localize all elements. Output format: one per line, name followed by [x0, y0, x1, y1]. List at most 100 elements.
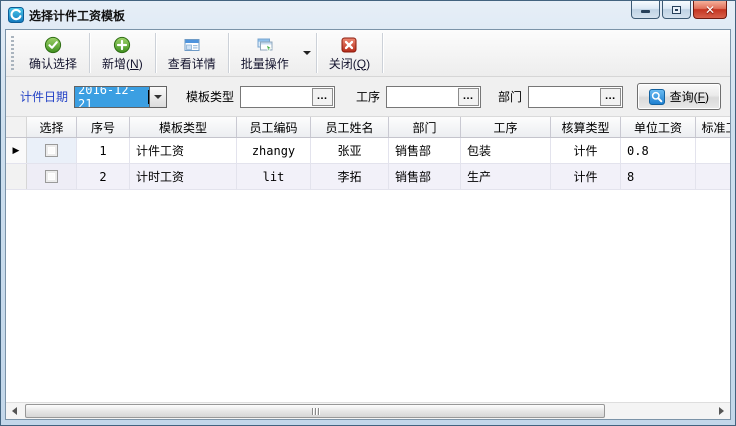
cell-no: 1 — [77, 138, 130, 163]
current-row-arrow-icon: ▶ — [13, 146, 20, 155]
minimize-button[interactable] — [631, 1, 660, 19]
header-dept[interactable]: 部门 — [389, 117, 461, 137]
cell-template-type: 计件工资 — [130, 138, 237, 163]
grid-header-row: 选择 序号 模板类型 员工编码 员工姓名 部门 工序 核算类型 单位工资 标准工… — [6, 117, 730, 138]
cell-std-wage — [696, 138, 730, 163]
minimize-icon — [641, 10, 650, 13]
window-title: 选择计件工资模板 — [29, 7, 125, 24]
table-row[interactable]: 2 计时工资 lit 李拓 销售部 生产 计件 8 — [6, 164, 730, 190]
titlebar: 选择计件工资模板 ✕ — [1, 1, 735, 29]
row-checkbox[interactable] — [45, 170, 58, 183]
cell-process: 包装 — [461, 138, 551, 163]
dept-ellipsis-button[interactable]: … — [600, 88, 621, 106]
restore-button[interactable] — [662, 1, 691, 19]
data-grid: 选择 序号 模板类型 员工编码 员工姓名 部门 工序 核算类型 单位工资 标准工… — [6, 117, 730, 402]
dialog-content: 确认选择 新增(N) — [5, 29, 731, 420]
scroll-right-button[interactable] — [713, 403, 730, 419]
cell-unit-wage: 8 — [621, 164, 696, 189]
close-icon: ✕ — [705, 4, 715, 16]
template-type-ellipsis-button[interactable]: … — [312, 88, 333, 106]
detail-view-icon — [183, 36, 201, 54]
cell-process: 生产 — [461, 164, 551, 189]
cell-no: 2 — [77, 164, 130, 189]
batch-windows-icon — [256, 36, 274, 54]
dept-lookup: … — [528, 86, 623, 108]
cell-emp-code: lit — [237, 164, 311, 189]
cell-emp-code: zhangy — [237, 138, 311, 163]
row-checkbox[interactable] — [45, 144, 58, 157]
cell-emp-name: 李拓 — [311, 164, 389, 189]
thumb-grip-icon — [318, 408, 319, 415]
query-label: 查询(F) — [670, 88, 709, 105]
piece-date-dropdown-button[interactable] — [149, 87, 166, 107]
ellipsis-icon: … — [605, 91, 617, 102]
confirm-select-label: 确认选择 — [29, 55, 77, 72]
header-std-wage[interactable]: 标准工资 — [696, 117, 730, 137]
cell-std-wage — [696, 164, 730, 189]
toolbar-separator — [316, 33, 317, 73]
add-new-button[interactable]: 新增(N) — [91, 31, 154, 75]
toolbar-separator — [382, 33, 383, 73]
piece-date-value[interactable]: 2016-12-21 — [75, 87, 149, 107]
batch-operation-button[interactable]: 批量操作 — [230, 31, 300, 75]
row-select-cell — [27, 164, 77, 189]
magnifier-icon — [649, 89, 665, 105]
dept-input[interactable] — [529, 87, 599, 107]
horizontal-scrollbar[interactable] — [6, 402, 730, 419]
ellipsis-icon: … — [463, 91, 475, 102]
header-unit-wage[interactable]: 单位工资 — [621, 117, 696, 137]
table-row[interactable]: ▶ 1 计件工资 zhangy 张亚 销售部 包装 计件 0.8 — [6, 138, 730, 164]
cell-template-type: 计时工资 — [130, 164, 237, 189]
chevron-down-icon — [303, 51, 311, 55]
toolbar-separator — [228, 33, 229, 73]
filter-bar: 计件日期 2016-12-21 模板类型 … 工序 … 部门 — [6, 77, 730, 117]
scroll-left-button[interactable] — [6, 403, 23, 419]
row-indicator — [6, 164, 27, 189]
thumb-grip-icon — [315, 408, 316, 415]
header-select[interactable]: 选择 — [27, 117, 77, 137]
cell-dept: 销售部 — [389, 138, 461, 163]
process-ellipsis-button[interactable]: … — [458, 88, 479, 106]
template-type-input[interactable] — [241, 87, 311, 107]
close-red-icon — [340, 36, 358, 54]
close-dialog-label: 关闭(Q) — [329, 55, 370, 72]
process-lookup: … — [386, 86, 481, 108]
header-no[interactable]: 序号 — [77, 117, 130, 137]
batch-operation-dropdown[interactable] — [300, 31, 315, 75]
toolbar: 确认选择 新增(N) — [6, 30, 730, 77]
header-process[interactable]: 工序 — [461, 117, 551, 137]
dialog-window: 选择计件工资模板 ✕ — [0, 0, 736, 426]
header-emp-code[interactable]: 员工编码 — [237, 117, 311, 137]
add-new-label: 新增(N) — [102, 55, 143, 72]
toolbar-separator — [89, 33, 90, 73]
header-emp-name[interactable]: 员工姓名 — [311, 117, 389, 137]
check-circle-icon — [44, 36, 62, 54]
process-input[interactable] — [387, 87, 457, 107]
header-calc-type[interactable]: 核算类型 — [551, 117, 621, 137]
chevron-down-icon — [154, 95, 162, 99]
app-logo-icon — [8, 7, 24, 23]
piece-date-picker[interactable]: 2016-12-21 — [74, 86, 167, 108]
close-button[interactable]: ✕ — [693, 1, 727, 19]
scrollbar-thumb[interactable] — [25, 404, 605, 418]
arrow-left-icon — [12, 407, 17, 415]
view-details-label: 查看详情 — [168, 55, 216, 72]
plus-circle-icon — [113, 36, 131, 54]
template-type-label: 模板类型 — [186, 88, 234, 105]
header-template-type[interactable]: 模板类型 — [130, 117, 237, 137]
arrow-right-icon — [719, 407, 724, 415]
process-label: 工序 — [356, 88, 380, 105]
close-dialog-button[interactable]: 关闭(Q) — [318, 31, 381, 75]
toolbar-separator — [155, 33, 156, 73]
toolbar-grip-handle[interactable] — [11, 36, 14, 70]
confirm-select-button[interactable]: 确认选择 — [18, 31, 88, 75]
row-indicator: ▶ — [6, 138, 27, 163]
view-details-button[interactable]: 查看详情 — [157, 31, 227, 75]
cell-emp-name: 张亚 — [311, 138, 389, 163]
cell-calc-type: 计件 — [551, 138, 621, 163]
piece-date-label: 计件日期 — [20, 88, 68, 105]
header-row-indicator — [6, 117, 27, 137]
query-button[interactable]: 查询(F) — [637, 83, 721, 110]
cell-calc-type: 计件 — [551, 164, 621, 189]
thumb-grip-icon — [312, 408, 313, 415]
